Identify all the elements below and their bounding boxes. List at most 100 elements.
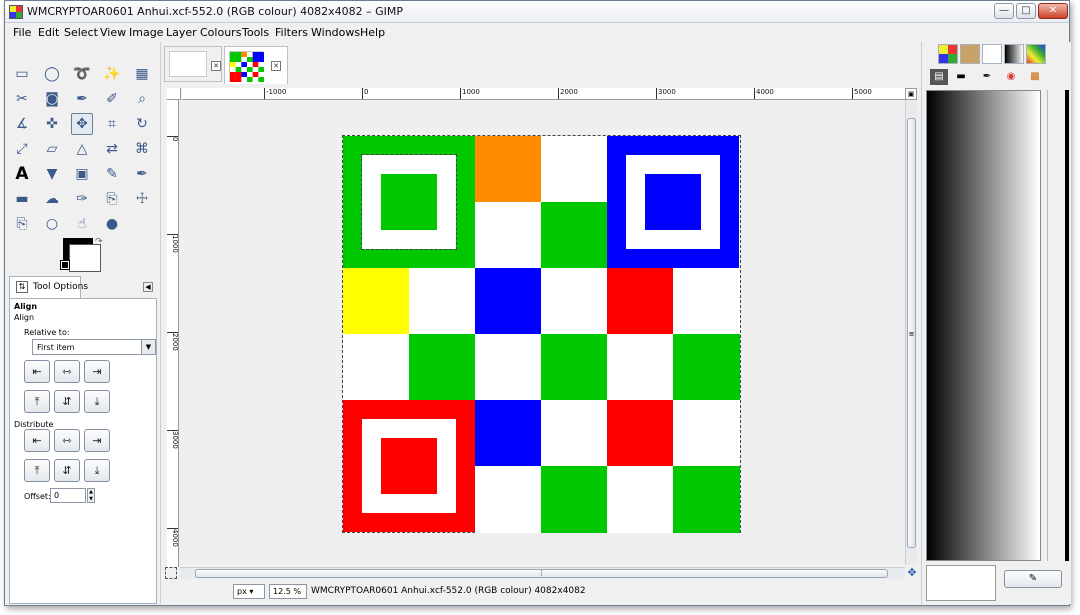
pencil-icon[interactable]: ✎	[101, 163, 123, 185]
flip-icon[interactable]: ⇄	[101, 138, 123, 160]
horizontal-scrollbar[interactable]: ⋮	[180, 567, 905, 579]
thumbnail-cell	[235, 72, 242, 78]
rect-select-icon[interactable]: ▭	[11, 63, 33, 85]
horizontal-scroll-thumb[interactable]: ⋮	[195, 569, 888, 578]
tab-patterns[interactable]	[960, 44, 980, 64]
close-icon[interactable]: ✕	[1038, 3, 1068, 19]
eraser-icon[interactable]: ▬	[11, 188, 33, 210]
dock-edit-button[interactable]: ✎	[1004, 570, 1062, 588]
offset-field[interactable]: 0	[50, 488, 86, 503]
measure-icon[interactable]: ∡	[11, 113, 33, 135]
quick-mask-icon[interactable]	[165, 567, 177, 579]
tab-images[interactable]	[938, 44, 958, 64]
cage-icon[interactable]: ⌘	[131, 138, 153, 160]
scale-icon[interactable]: ⤢	[11, 138, 33, 160]
bucket-fill-icon[interactable]: ▼	[41, 163, 63, 185]
chevron-down-icon[interactable]: ▼	[141, 340, 155, 354]
align-left-button[interactable]: ⇤	[24, 360, 50, 383]
tab-palettes[interactable]	[1026, 44, 1046, 64]
default-colors-icon[interactable]	[60, 260, 70, 270]
perspective-clone-icon[interactable]: ⎘	[11, 213, 33, 235]
blend-icon[interactable]: ▣	[71, 163, 93, 185]
menu-select[interactable]: Select	[64, 26, 98, 39]
distribute-right-button[interactable]: ⇥	[84, 429, 110, 452]
layers-icon[interactable]: ▤	[930, 69, 948, 85]
image-tab-wmcryptoar0601[interactable]: ✕	[224, 46, 288, 84]
menu-filters[interactable]: Filters	[275, 26, 308, 39]
minimize-icon[interactable]: —	[994, 3, 1014, 19]
menu-layer[interactable]: Layer	[166, 26, 197, 39]
distribute-bottom-button[interactable]: ⤓	[84, 459, 110, 482]
unit-select[interactable]: px ▾	[233, 584, 265, 599]
colormap-icon[interactable]: ◉	[1002, 69, 1020, 85]
move-icon[interactable]: ✜	[41, 113, 63, 135]
tab-gradients[interactable]	[1004, 44, 1024, 64]
close-icon[interactable]: ✕	[271, 61, 281, 71]
scissors-icon[interactable]: ✂	[11, 88, 33, 110]
background-color[interactable]	[69, 244, 101, 272]
image-canvas[interactable]	[342, 135, 741, 533]
panel-menu-icon[interactable]: ◀	[143, 282, 153, 292]
menu-tools[interactable]: Tools	[242, 26, 269, 39]
align-center-button[interactable]: ⇿	[54, 360, 80, 383]
menu-windows[interactable]: Windows	[311, 26, 360, 39]
distribute-left-button[interactable]: ⇤	[24, 429, 50, 452]
offset-spin-icon[interactable]: ▲ ▼	[87, 488, 95, 503]
color-picker-icon[interactable]: ✐	[101, 88, 123, 110]
paths-icon[interactable]: ✒	[71, 88, 93, 110]
fuzzy-select-icon[interactable]: ✨	[101, 63, 123, 85]
align-bottom-button[interactable]: ⤓	[84, 390, 110, 413]
ellipse-select-icon[interactable]: ◯	[41, 63, 63, 85]
airbrush-icon[interactable]: ☁	[41, 188, 63, 210]
ink-icon[interactable]: ✑	[71, 188, 93, 210]
zoom-select[interactable]: 12.5 %	[269, 584, 307, 599]
horizontal-ruler[interactable]: -1000 0 1000 2000 3000 4000 5000	[182, 88, 907, 100]
maximize-icon[interactable]: □	[1016, 3, 1036, 19]
menu-file[interactable]: File	[13, 26, 31, 39]
title-bar[interactable]: WMCRYPTOAR0601 Anhui.xcf-552.0 (RGB colo…	[5, 1, 1069, 23]
shear-icon[interactable]: ▱	[41, 138, 63, 160]
dock-scrollbar[interactable]	[1065, 90, 1069, 561]
foreground-select-icon[interactable]: ◙	[41, 88, 63, 110]
align-top-button[interactable]: ⤒	[24, 390, 50, 413]
select-by-color-icon[interactable]: ▦	[131, 63, 153, 85]
channels-icon[interactable]: ▬	[952, 69, 970, 85]
menu-image[interactable]: Image	[129, 26, 163, 39]
distribute-top-button[interactable]: ⤒	[24, 459, 50, 482]
histogram-icon[interactable]: ▩	[1026, 69, 1044, 85]
dodge-burn-icon[interactable]: ●	[101, 213, 123, 235]
distribute-center-button[interactable]: ⇿	[54, 429, 80, 452]
zoom-to-fit-icon[interactable]: ▣	[905, 88, 917, 100]
menu-colours[interactable]: Colours	[200, 26, 241, 39]
align-icon[interactable]: ✥	[71, 113, 93, 135]
rotate-icon[interactable]: ↻	[131, 113, 153, 135]
relative-to-select[interactable]: First item ▼	[32, 339, 156, 355]
menu-view[interactable]: View	[100, 26, 126, 39]
smudge-icon[interactable]: ☝	[71, 213, 93, 235]
paths-icon[interactable]: ✒	[978, 69, 996, 85]
gradient-preview[interactable]	[926, 90, 1041, 561]
close-icon[interactable]: ✕	[211, 61, 221, 71]
tab-tool-options[interactable]: ⇅ Tool Options	[9, 276, 88, 298]
align-right-button[interactable]: ⇥	[84, 360, 110, 383]
image-tab-blank[interactable]: ✕	[164, 46, 222, 82]
align-middle-button[interactable]: ⇵	[54, 390, 80, 413]
free-select-icon[interactable]: ➰	[71, 63, 93, 85]
menu-help[interactable]: Help	[360, 26, 385, 39]
tab-brushes[interactable]	[982, 44, 1002, 64]
distribute-middle-button[interactable]: ⇵	[54, 459, 80, 482]
clone-icon[interactable]: ⎘	[101, 188, 123, 210]
zoom-icon[interactable]: ⌕	[131, 88, 153, 110]
blur-icon[interactable]: ○	[41, 213, 63, 235]
navigate-icon[interactable]: ✥	[906, 567, 918, 579]
vertical-scroll-thumb[interactable]: ≡	[907, 118, 916, 548]
paintbrush-icon[interactable]: ✒	[131, 163, 153, 185]
menu-edit[interactable]: Edit	[38, 26, 59, 39]
vertical-ruler[interactable]: 0 1000 2000 3000 4000	[167, 100, 179, 567]
text-icon[interactable]: A	[11, 163, 33, 185]
crop-icon[interactable]: ⌗	[101, 113, 123, 135]
vertical-scrollbar[interactable]: ≡	[905, 100, 917, 565]
perspective-icon[interactable]: △	[71, 138, 93, 160]
heal-icon[interactable]: ☩	[131, 188, 153, 210]
swap-colors-icon[interactable]: ↷	[95, 237, 103, 247]
